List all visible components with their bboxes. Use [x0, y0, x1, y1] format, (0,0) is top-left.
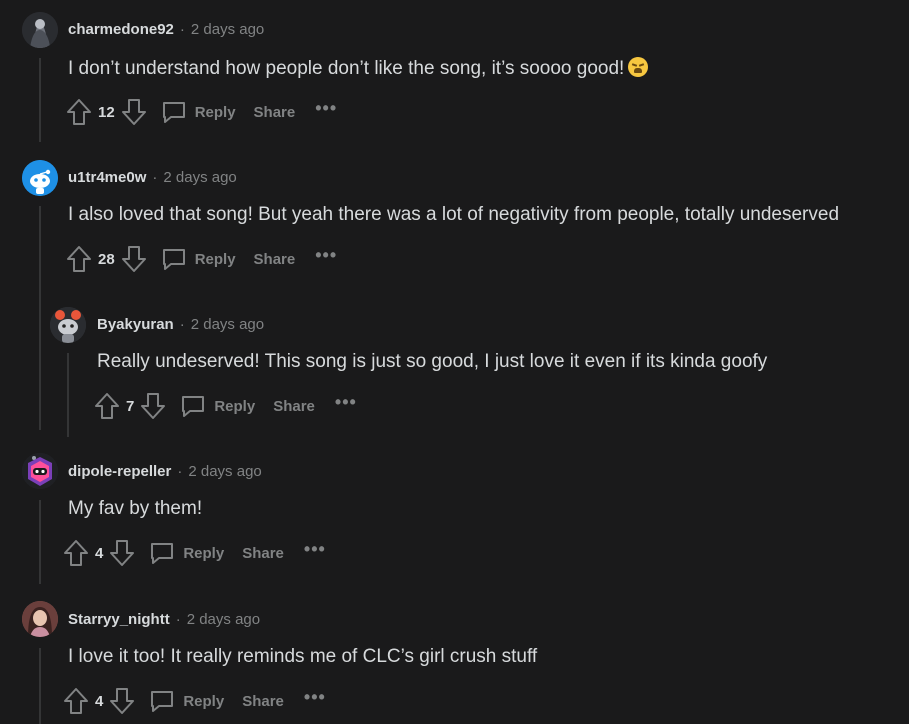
- reply-button[interactable]: Reply: [161, 99, 236, 125]
- reply-button[interactable]: Reply: [161, 246, 236, 272]
- comment-actions: 4 Reply Share •••: [63, 538, 326, 568]
- vote-count: 4: [95, 544, 104, 562]
- comment-bubble-icon: [151, 543, 174, 564]
- timestamp[interactable]: 2 days ago: [188, 463, 261, 480]
- timestamp[interactable]: 2 days ago: [187, 611, 260, 628]
- username[interactable]: u1tr4me0w: [68, 169, 146, 186]
- vote-group: 4: [63, 687, 135, 715]
- upvote-icon[interactable]: [66, 245, 92, 273]
- more-options-icon[interactable]: •••: [304, 688, 326, 710]
- vote-count: 7: [126, 397, 135, 415]
- comment-bubble-icon: [162, 102, 185, 123]
- comment-actions: 4 Reply Share •••: [63, 686, 326, 716]
- upvote-icon[interactable]: [63, 687, 89, 715]
- snoo-avatar-icon: [22, 160, 58, 196]
- downvote-icon[interactable]: [140, 392, 166, 420]
- comment-meta: dipole-repeller · 2 days ago: [68, 463, 262, 480]
- downvote-icon[interactable]: [121, 245, 147, 273]
- share-button[interactable]: Share: [242, 545, 284, 562]
- username[interactable]: dipole-repeller: [68, 463, 171, 480]
- avatar[interactable]: [22, 12, 58, 48]
- user-avatar-icon: [22, 12, 58, 48]
- comment-body: I don’t understand how people don’t like…: [68, 57, 649, 80]
- comment-meta: charmedone92 · 2 days ago: [68, 21, 265, 38]
- weary-face-emoji-icon: [628, 57, 649, 77]
- vote-group: 28: [66, 245, 147, 273]
- more-options-icon[interactable]: •••: [315, 246, 337, 268]
- comment-bubble-icon: [182, 396, 205, 417]
- comment-actions: 7 Reply Share •••: [94, 391, 357, 421]
- share-button[interactable]: Share: [254, 104, 296, 121]
- user-photo-avatar-icon: [22, 601, 58, 637]
- robot-avatar-icon: [22, 453, 58, 489]
- comment-body: I love it too! It really reminds me of C…: [68, 646, 538, 667]
- reply-button[interactable]: Reply: [149, 688, 224, 714]
- share-button[interactable]: Share: [254, 251, 296, 268]
- comment-actions: 28 Reply Share •••: [66, 244, 337, 274]
- upvote-icon[interactable]: [94, 392, 120, 420]
- avatar[interactable]: [22, 453, 58, 489]
- avatar[interactable]: [22, 601, 58, 637]
- comment-bubble-icon: [162, 249, 185, 270]
- timestamp[interactable]: 2 days ago: [191, 316, 264, 333]
- comment-bubble-icon: [151, 691, 174, 712]
- comment-body: I also loved that song! But yeah there w…: [68, 204, 840, 225]
- thread-line[interactable]: [67, 353, 69, 437]
- avatar[interactable]: [22, 160, 58, 196]
- downvote-icon[interactable]: [121, 98, 147, 126]
- username[interactable]: Byakyuran: [97, 316, 174, 333]
- more-options-icon[interactable]: •••: [315, 99, 337, 121]
- timestamp[interactable]: 2 days ago: [163, 169, 236, 186]
- upvote-icon[interactable]: [66, 98, 92, 126]
- comment-body: Really undeserved! This song is just so …: [97, 351, 768, 372]
- downvote-icon[interactable]: [109, 687, 135, 715]
- username[interactable]: charmedone92: [68, 21, 174, 38]
- more-options-icon[interactable]: •••: [335, 393, 357, 415]
- vote-group: 4: [63, 539, 135, 567]
- vote-count: 12: [98, 103, 115, 121]
- comment-meta: u1tr4me0w · 2 days ago: [68, 169, 237, 186]
- vote-count: 28: [98, 250, 115, 268]
- thread-line[interactable]: [39, 58, 41, 142]
- more-options-icon[interactable]: •••: [304, 540, 326, 562]
- comment-meta: Byakyuran · 2 days ago: [97, 316, 265, 333]
- avatar[interactable]: [50, 307, 86, 343]
- vote-group: 12: [66, 98, 147, 126]
- vote-group: 7: [94, 392, 166, 420]
- snoo-avatar-icon: [50, 307, 86, 343]
- username[interactable]: Starryy_nightt: [68, 611, 170, 628]
- share-button[interactable]: Share: [273, 398, 315, 415]
- upvote-icon[interactable]: [63, 539, 89, 567]
- thread-line[interactable]: [39, 500, 41, 584]
- comment-meta: Starryy_nightt · 2 days ago: [68, 611, 261, 628]
- comment-actions: 12 Reply Share •••: [66, 97, 337, 127]
- timestamp[interactable]: 2 days ago: [191, 21, 264, 38]
- downvote-icon[interactable]: [109, 539, 135, 567]
- vote-count: 4: [95, 692, 104, 710]
- comment-body: My fav by them!: [68, 498, 203, 519]
- thread-line[interactable]: [39, 648, 41, 724]
- reply-button[interactable]: Reply: [149, 540, 224, 566]
- share-button[interactable]: Share: [242, 693, 284, 710]
- reply-button[interactable]: Reply: [180, 393, 255, 419]
- thread-line[interactable]: [39, 206, 41, 430]
